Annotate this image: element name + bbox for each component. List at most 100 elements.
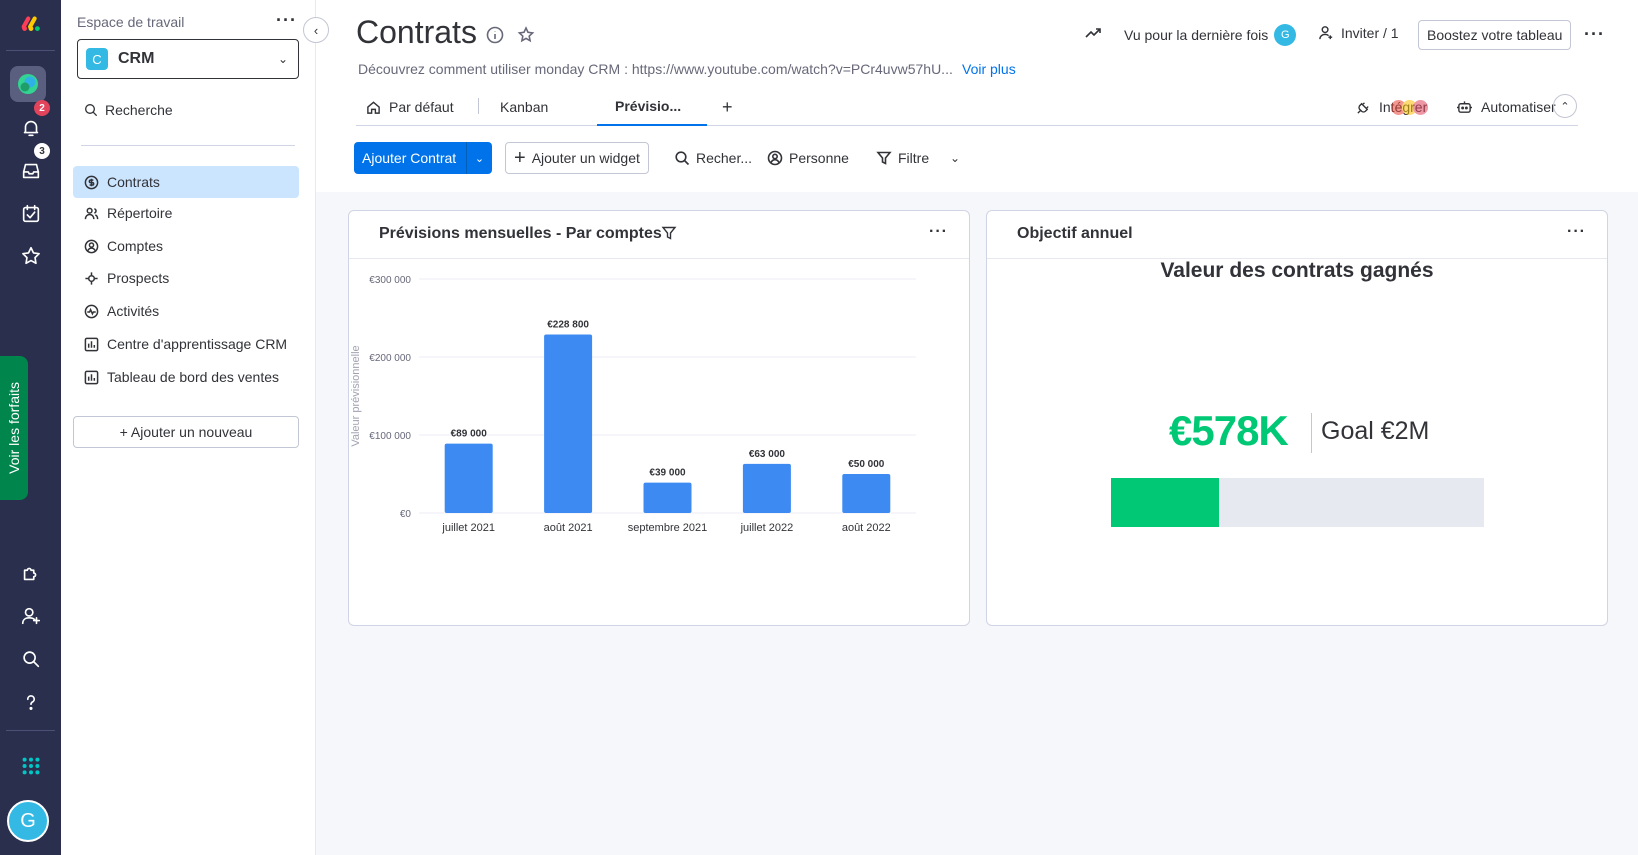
workspace-search-label: Recherche [105,102,173,118]
dashboard-icon [83,336,99,352]
home-button[interactable] [10,66,46,102]
invite-members-icon[interactable] [0,598,61,634]
collapse-header-button[interactable]: ⌃ [1553,94,1577,118]
person-label: Personne [789,150,849,166]
apps-puzzle-icon[interactable] [0,555,61,591]
sidebar-item-tableau-ventes[interactable]: Tableau de bord des ventes [73,361,299,393]
sidebar-item-comptes[interactable]: Comptes [73,230,299,262]
add-contract-button[interactable]: Ajouter Contrat ⌄ [354,142,492,174]
goal-target: Goal €2M [1321,417,1430,445]
workspace-more-icon[interactable]: ··· [276,10,297,31]
star-icon[interactable] [0,238,61,274]
bar-value-label: €63 000 [749,449,786,460]
inbox-badge: 3 [34,143,50,159]
forecast-widget: Prévisions mensuelles - Par comptes ··· … [348,210,970,626]
sidebar-item-prospects[interactable]: Prospects [73,262,299,294]
goal-progress-bar [1111,478,1484,527]
invite-button[interactable]: Inviter / 1 [1318,24,1399,41]
add-widget-button[interactable]: + Ajouter un widget [505,142,649,174]
search-icon[interactable] [0,641,61,677]
goal-widget: Objectif annuel ··· Valeur des contrats … [986,210,1608,626]
product-switcher-icon[interactable] [0,748,61,784]
x-tick-label: septembre 2021 [628,522,708,534]
filter-button[interactable]: Filtre [876,142,929,174]
bar-3 [643,482,692,513]
add-new-button[interactable]: + Ajouter un nouveau [73,416,299,448]
goal-progress-fill [1111,478,1219,527]
y-tick-label: €100 000 [369,431,411,442]
dashboard-canvas: Prévisions mensuelles - Par comptes ··· … [316,192,1638,855]
favorite-star-icon[interactable] [517,26,535,44]
work-management-icon [18,74,38,94]
my-work-icon[interactable] [0,196,61,232]
robot-icon [1457,100,1472,113]
workspace-letter: C [86,48,108,70]
last-seen-avatar: G [1274,24,1297,46]
add-view-button[interactable]: + [722,88,733,126]
sidebar-item-label: Tableau de bord des ventes [107,369,280,385]
board-toolbar: Ajouter Contrat ⌄ + Ajouter un widget Re… [316,126,1638,192]
bar-1 [444,443,493,513]
help-icon[interactable] [0,684,61,720]
tab-previsions[interactable]: Prévisio... [597,88,707,126]
last-seen[interactable]: Vu pour la dernière fois G [1124,24,1297,46]
search-icon [675,151,690,166]
sidebar-item-label: Contrats [107,174,160,190]
sidebar-item-activites[interactable]: Activités [73,295,299,327]
x-tick-label: août 2022 [842,522,891,534]
y-axis-label: Valeur prévisionnelle [350,345,362,446]
x-tick-label: août 2021 [544,522,593,534]
goal-divider [1311,413,1312,453]
widget-filter-icon[interactable] [661,225,677,246]
sidebar-item-label: Comptes [107,238,164,254]
sidebar-item-repertoire[interactable]: Répertoire [73,197,299,229]
tab-par-defaut[interactable]: Par défaut [366,88,454,126]
search-button[interactable]: Recher... [674,142,752,174]
bell-icon[interactable] [0,110,61,146]
more-options-icon[interactable]: ··· [1584,24,1605,45]
contacts-icon [83,205,99,221]
widget-more-icon[interactable]: ··· [929,223,948,241]
person-filter-button[interactable]: Personne [767,142,849,174]
tab-kanban[interactable]: Kanban [500,88,548,126]
board-description: Découvrez comment utiliser monday CRM : … [358,61,953,77]
goal-heading: Valeur des contrats gagnés [1160,259,1434,282]
widget-more-icon[interactable]: ··· [1567,223,1586,241]
chevron-down-icon[interactable]: ⌄ [466,142,492,174]
sidebar-item-label: Répertoire [107,205,173,221]
tab-label: Par défaut [389,99,454,115]
sidebar-item-contrats[interactable]: Contrats [73,166,299,198]
add-contract-label: Ajouter Contrat [362,150,457,166]
x-tick-label: juillet 2022 [740,522,794,534]
y-tick-label: €300 000 [369,275,411,286]
see-more-link[interactable]: Voir plus [962,61,1016,77]
rail-divider [6,50,55,51]
see-plans-button[interactable]: Voir les forfaits [0,356,28,500]
user-avatar[interactable]: G [7,800,49,842]
monday-logo-icon[interactable] [0,6,61,42]
filter-dropdown-icon[interactable]: ⌄ [950,142,960,174]
bar-value-label: €50 000 [848,459,885,470]
integrate-button[interactable]: Intégrer [1356,88,1429,126]
workspace-selector[interactable]: C CRM ⌄ [77,39,299,79]
inbox-icon[interactable] [0,153,61,189]
view-tabs: Par défaut Kanban Prévisio... + Intégrer… [356,88,1578,126]
workspace-search[interactable]: Recherche [83,102,173,118]
sidebar-item-centre-apprentissage[interactable]: Centre d'apprentissage CRM [73,328,299,360]
search-label: Recher... [696,150,753,166]
activity-trend-icon[interactable] [1084,24,1102,42]
home-icon [367,100,380,114]
boost-board-button[interactable]: Boostez votre tableau [1418,20,1572,50]
tab-divider [478,98,479,114]
goal-value: €578K [1169,407,1289,454]
bar-value-label: €228 800 [547,320,589,331]
bar-value-label: €89 000 [451,429,488,440]
leads-icon [83,270,99,286]
accounts-icon [83,238,99,254]
x-tick-label: juillet 2021 [441,522,495,534]
bar-5 [842,474,891,513]
add-widget-label: Ajouter un widget [531,150,640,166]
automate-button[interactable]: Automatiser [1456,88,1556,126]
sidebar-item-label: Prospects [107,270,170,286]
info-icon[interactable] [486,26,504,44]
